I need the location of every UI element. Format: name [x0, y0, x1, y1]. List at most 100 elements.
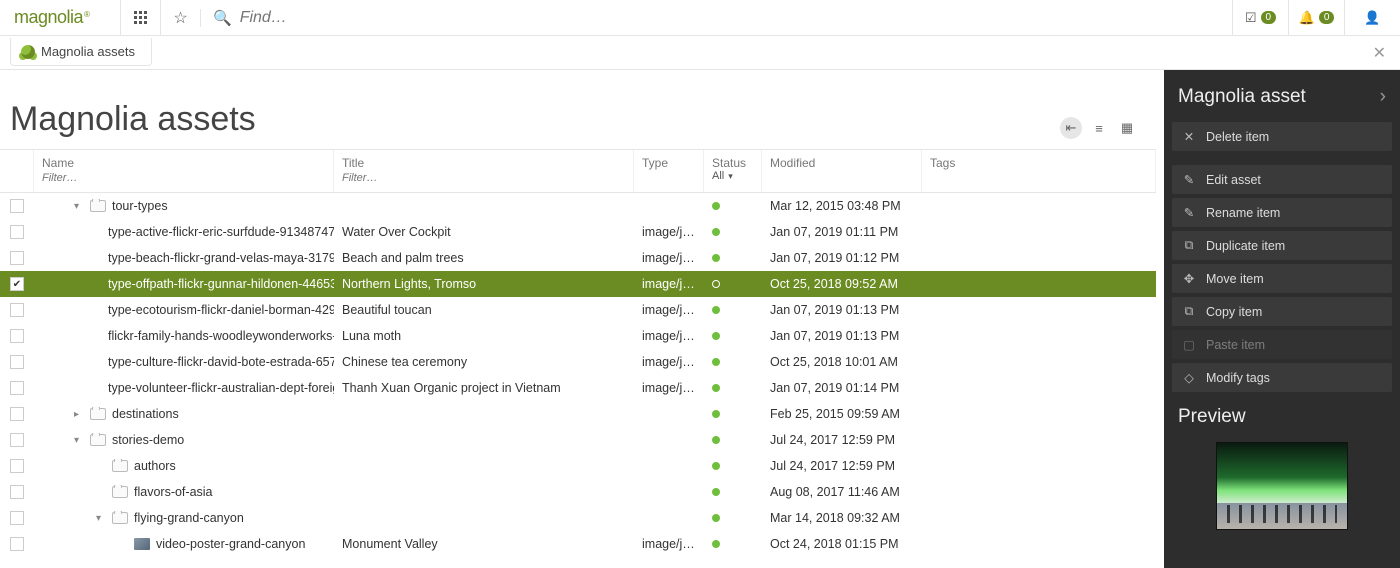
- table-row[interactable]: type-volunteer-flickr-australian-dept-fo…: [0, 375, 1156, 401]
- cell-modified: Oct 24, 2018 01:15 PM: [762, 537, 922, 551]
- action-rename-item[interactable]: ✎Rename item: [1172, 198, 1392, 227]
- asset-name: stories-demo: [112, 433, 184, 447]
- filter-title-input[interactable]: [342, 170, 625, 190]
- table-row[interactable]: flickr-family-hands-woodleywonderworks-2…: [0, 323, 1156, 349]
- asset-name: type-beach-flickr-grand-velas-maya-31793…: [108, 251, 334, 265]
- filter-name-input[interactable]: [42, 170, 325, 190]
- expand-toggle[interactable]: ▾: [74, 201, 84, 212]
- favorites-button[interactable]: ☆: [160, 0, 200, 36]
- thumbnail-icon: [134, 538, 150, 550]
- action-label: Duplicate item: [1206, 239, 1285, 253]
- notifications-button[interactable]: 🔔 0: [1288, 0, 1344, 36]
- row-checkbox[interactable]: [0, 433, 34, 447]
- view-toggles: ⇤ ≡ ▦: [1060, 117, 1138, 139]
- col-modified[interactable]: Modified: [762, 150, 922, 192]
- view-tree-button[interactable]: ⇤: [1060, 117, 1082, 139]
- asset-name: type-volunteer-flickr-australian-dept-fo…: [108, 381, 334, 395]
- assets-icon: [21, 45, 35, 59]
- table-row[interactable]: video-poster-grand-canyonMonument Valley…: [0, 531, 1156, 557]
- action-duplicate-item[interactable]: ⧉Duplicate item: [1172, 231, 1392, 260]
- row-checkbox[interactable]: [0, 329, 34, 343]
- action-label: Paste item: [1206, 338, 1265, 352]
- row-checkbox[interactable]: [0, 485, 34, 499]
- status-published-icon: [712, 332, 720, 340]
- view-thumb-button[interactable]: ▦: [1116, 117, 1138, 139]
- panel-title: Magnolia asset: [1178, 86, 1306, 108]
- cell-status: [704, 514, 762, 522]
- app-launcher-button[interactable]: [120, 0, 160, 36]
- row-checkbox[interactable]: [0, 355, 34, 369]
- action-label: Modify tags: [1206, 371, 1270, 385]
- table-row[interactable]: type-culture-flickr-david-bote-estrada-6…: [0, 349, 1156, 375]
- close-app-button[interactable]: ✕: [1373, 43, 1386, 63]
- move-item-icon: ✥: [1182, 271, 1196, 286]
- col-name[interactable]: Name: [34, 150, 334, 192]
- table-row[interactable]: flavors-of-asiaAug 08, 2017 11:46 AM: [0, 479, 1156, 505]
- row-checkbox[interactable]: [0, 381, 34, 395]
- search-input[interactable]: [240, 9, 540, 27]
- expand-toggle[interactable]: ▾: [74, 435, 84, 446]
- cell-modified: Oct 25, 2018 09:52 AM: [762, 277, 922, 291]
- status-published-icon: [712, 202, 720, 210]
- action-delete-item[interactable]: ✕Delete item: [1172, 122, 1392, 151]
- col-title[interactable]: Title: [334, 150, 634, 192]
- row-checkbox[interactable]: [0, 225, 34, 239]
- status-published-icon: [712, 254, 720, 262]
- col-type[interactable]: Type: [634, 150, 704, 192]
- cell-type: image/jpeg: [634, 329, 704, 343]
- rows-container: ▾tour-typesMar 12, 2015 03:48 PMtype-act…: [0, 193, 1156, 568]
- asset-name: flying-grand-canyon: [134, 511, 244, 525]
- grid-icon: [134, 11, 148, 25]
- col-tags[interactable]: Tags: [922, 150, 1156, 192]
- tree-icon: ⇤: [1066, 120, 1077, 136]
- col-status[interactable]: Status All ▾: [704, 150, 762, 192]
- row-checkbox[interactable]: [0, 537, 34, 551]
- folder-icon: [112, 486, 128, 498]
- cell-type: image/jpeg: [634, 355, 704, 369]
- tasks-button[interactable]: ☑ 0: [1232, 0, 1288, 36]
- cell-type: image/jpeg: [634, 537, 704, 551]
- view-list-button[interactable]: ≡: [1088, 117, 1110, 139]
- action-edit-asset[interactable]: ✎Edit asset: [1172, 165, 1392, 194]
- status-select[interactable]: All ▾: [712, 170, 753, 182]
- logo: magnolia: [0, 7, 120, 28]
- table-row[interactable]: ▾stories-demoJul 24, 2017 12:59 PM: [0, 427, 1156, 453]
- chevron-right-icon[interactable]: ›: [1380, 86, 1386, 108]
- row-checkbox[interactable]: [0, 407, 34, 421]
- action-panel: Magnolia asset › ✕Delete item ✎Edit asset…: [1164, 70, 1400, 568]
- folder-icon: [90, 408, 106, 420]
- row-checkbox[interactable]: [0, 251, 34, 265]
- cell-status: [704, 540, 762, 548]
- expand-toggle[interactable]: ▾: [96, 513, 106, 524]
- row-checkbox[interactable]: ✔: [0, 277, 34, 291]
- col-type-label: Type: [642, 156, 668, 170]
- breadcrumb-node[interactable]: Magnolia assets: [10, 38, 152, 66]
- cell-title: Beach and palm trees: [334, 251, 634, 265]
- modify-tags-icon: ◇: [1182, 370, 1196, 385]
- row-checkbox[interactable]: [0, 511, 34, 525]
- expand-toggle[interactable]: ▸: [74, 409, 84, 420]
- table-row[interactable]: type-active-flickr-eric-surfdude-9134874…: [0, 219, 1156, 245]
- action-copy-item[interactable]: ⧉Copy item: [1172, 297, 1392, 326]
- preview-thumbnail[interactable]: [1216, 442, 1348, 530]
- cell-type: image/jpeg: [634, 251, 704, 265]
- table-row[interactable]: type-ecotourism-flickr-daniel-borman-429…: [0, 297, 1156, 323]
- table-row[interactable]: authorsJul 24, 2017 12:59 PM: [0, 453, 1156, 479]
- status-published-icon: [712, 540, 720, 548]
- top-bar: magnolia ☆ 🔍 ☑ 0 🔔 0 👤: [0, 0, 1400, 36]
- row-checkbox[interactable]: [0, 199, 34, 213]
- profile-button[interactable]: 👤: [1344, 0, 1400, 36]
- table-row[interactable]: ▾tour-typesMar 12, 2015 03:48 PM: [0, 193, 1156, 219]
- cell-name: type-offpath-flickr-gunnar-hildonen-4465…: [34, 277, 334, 291]
- table-row[interactable]: ▸destinationsFeb 25, 2015 09:59 AM: [0, 401, 1156, 427]
- table-row[interactable]: ✔type-offpath-flickr-gunnar-hildonen-446…: [0, 271, 1156, 297]
- cell-title: Monument Valley: [334, 537, 634, 551]
- table-row[interactable]: type-beach-flickr-grand-velas-maya-31793…: [0, 245, 1156, 271]
- status-published-icon: [712, 462, 720, 470]
- cell-modified: Mar 12, 2015 03:48 PM: [762, 199, 922, 213]
- table-row[interactable]: ▾flying-grand-canyonMar 14, 2018 09:32 A…: [0, 505, 1156, 531]
- action-modify-tags[interactable]: ◇ Modify tags: [1172, 363, 1392, 392]
- row-checkbox[interactable]: [0, 459, 34, 473]
- action-move-item[interactable]: ✥Move item: [1172, 264, 1392, 293]
- row-checkbox[interactable]: [0, 303, 34, 317]
